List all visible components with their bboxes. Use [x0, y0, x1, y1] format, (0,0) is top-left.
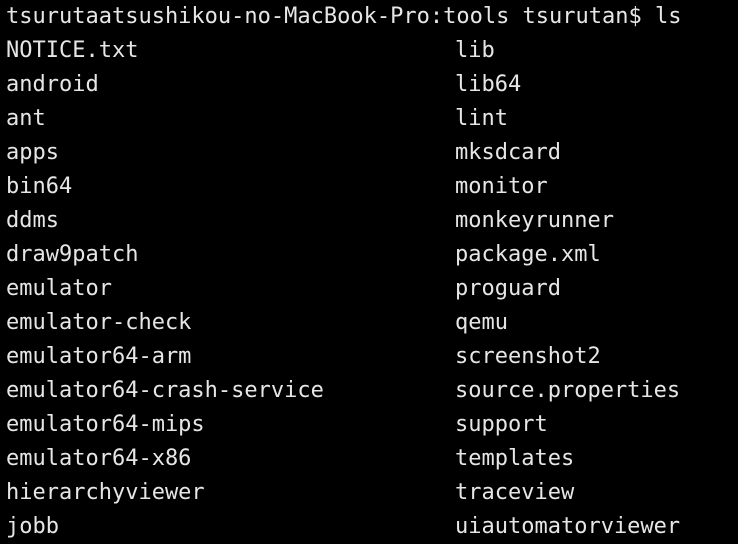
file-entry: jobb — [6, 514, 59, 539]
file-entry: lint — [455, 106, 508, 131]
file-entry: package.xml — [455, 242, 601, 267]
file-entry: draw9patch — [6, 242, 139, 267]
ls-output-row: jobb uiautomatorviewer — [0, 510, 738, 544]
ls-output-row: apps mksdcard — [0, 136, 738, 170]
file-entry: support — [455, 412, 548, 437]
file-entry: android — [6, 72, 99, 97]
file-entry: source.properties — [455, 378, 681, 403]
file-entry: traceview — [455, 480, 575, 505]
terminal-window[interactable]: tsurutaatsushikou-no-MacBook-Pro:tools t… — [0, 0, 738, 544]
ls-output-row: emulator proguard — [0, 272, 738, 306]
file-entry: emulator64-arm — [6, 344, 192, 369]
ls-output-row: NOTICE.txt lib — [0, 34, 738, 68]
prompt-line: tsurutaatsushikou-no-MacBook-Pro:tools t… — [6, 4, 682, 29]
file-entry: hierarchyviewer — [6, 480, 205, 505]
file-entry: ddms — [6, 208, 59, 233]
file-entry: emulator — [6, 276, 112, 301]
file-entry: mksdcard — [455, 140, 561, 165]
file-entry: apps — [6, 140, 59, 165]
ls-output-row: draw9patch package.xml — [0, 238, 738, 272]
ls-output-row: emulator64-crash-service source.propertie… — [0, 374, 738, 408]
file-entry: screenshot2 — [455, 344, 601, 369]
file-entry: proguard — [455, 276, 561, 301]
file-entry: templates — [455, 446, 575, 471]
file-entry: qemu — [455, 310, 508, 335]
ls-output-row: ant lint — [0, 102, 738, 136]
ls-output-row: emulator64-x86 templates — [0, 442, 738, 476]
ls-output-row: android lib64 — [0, 68, 738, 102]
file-entry: emulator64-x86 — [6, 446, 192, 471]
ls-output-row: emulator64-mips support — [0, 408, 738, 442]
file-entry: NOTICE.txt — [6, 38, 139, 63]
ls-output-row: emulator64-arm screenshot2 — [0, 340, 738, 374]
file-entry: lib — [455, 38, 495, 63]
ls-output-row: ddms monkeyrunner — [0, 204, 738, 238]
file-entry: bin64 — [6, 174, 73, 199]
ls-output-row: emulator-check qemu — [0, 306, 738, 340]
file-entry: emulator64-mips — [6, 412, 205, 437]
ls-output-row: hierarchyviewer traceview — [0, 476, 738, 510]
file-entry: ant — [6, 106, 46, 131]
ls-output-row: bin64 monitor — [0, 170, 738, 204]
file-entry: lib64 — [455, 72, 522, 97]
file-entry: emulator64-crash-service — [6, 378, 324, 403]
file-entry: uiautomatorviewer — [455, 514, 681, 539]
file-entry: monitor — [455, 174, 548, 199]
file-entry: monkeyrunner — [455, 208, 614, 233]
file-entry: emulator-check — [6, 310, 192, 335]
